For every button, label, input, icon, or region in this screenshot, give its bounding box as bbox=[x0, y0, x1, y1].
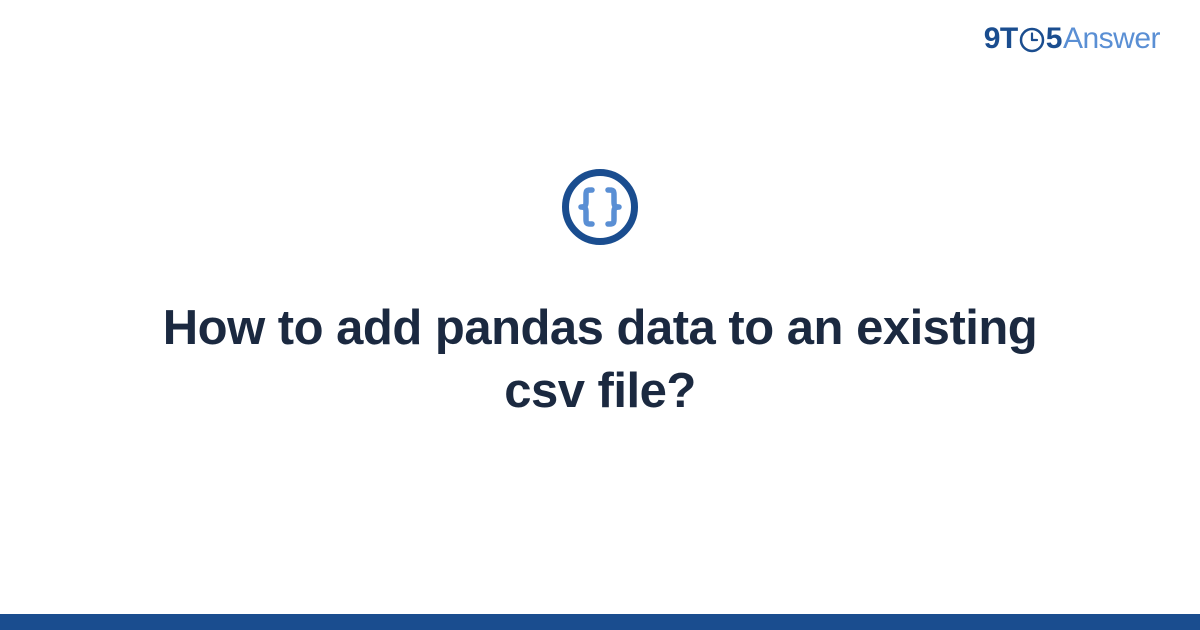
topic-icon-wrap bbox=[561, 168, 639, 251]
clock-icon bbox=[1019, 27, 1045, 53]
logo-part-answer: Answer bbox=[1063, 22, 1160, 56]
code-braces-icon bbox=[561, 168, 639, 246]
logo-part-5: 5 bbox=[1046, 22, 1062, 56]
bottom-accent-bar bbox=[0, 614, 1200, 630]
main-content: How to add pandas data to an existing cs… bbox=[0, 0, 1200, 630]
site-header: 9T 5 Answer bbox=[984, 22, 1160, 56]
question-title: How to add pandas data to an existing cs… bbox=[150, 297, 1050, 422]
site-logo[interactable]: 9T 5 Answer bbox=[984, 22, 1160, 56]
logo-part-9t: 9T bbox=[984, 22, 1018, 56]
page-container: 9T 5 Answer How to add pandas data bbox=[0, 0, 1200, 630]
